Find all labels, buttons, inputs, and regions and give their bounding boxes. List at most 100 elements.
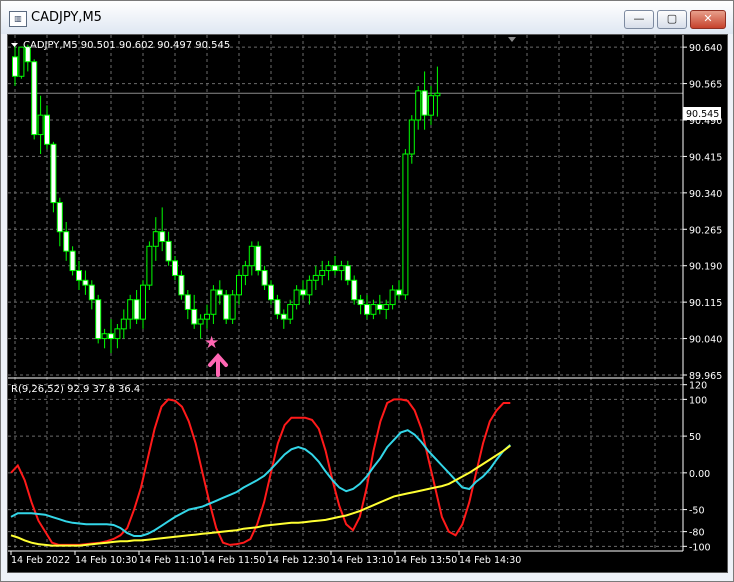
candle — [69, 246, 76, 276]
candle — [351, 275, 358, 305]
candle-body — [338, 265, 345, 272]
time-axis-label: 14 Feb 12:30 — [267, 555, 329, 566]
candle-body — [332, 265, 338, 272]
indicator-axis-label: 50 — [689, 432, 701, 443]
candle-body — [56, 202, 63, 233]
candle-body — [216, 289, 223, 296]
price-axis-label: 90.115 — [689, 298, 722, 309]
time-axis-label: 14 Feb 14:30 — [459, 555, 521, 566]
buy-arrow-icon — [208, 352, 228, 377]
candle-body — [383, 304, 390, 310]
candle — [152, 217, 159, 261]
indicator-line-yellow — [10, 444, 511, 547]
candle-body — [421, 90, 428, 116]
candle-body — [165, 240, 172, 262]
candle — [44, 105, 50, 150]
candle — [248, 241, 255, 276]
candle — [332, 256, 338, 276]
candle — [325, 260, 332, 281]
current-price-label: 90.545 — [686, 109, 719, 120]
candle-body — [197, 318, 204, 325]
candle — [56, 197, 63, 247]
candle — [255, 241, 262, 276]
indicator-line-red — [10, 398, 511, 546]
candle-body — [274, 299, 281, 315]
price-axis-label: 90.565 — [689, 80, 722, 91]
candle — [434, 66, 441, 117]
candle — [140, 280, 146, 329]
candle-body — [108, 333, 114, 340]
candle — [280, 309, 287, 329]
indicator-axis-label: 120 — [689, 381, 707, 392]
candle-body — [114, 328, 121, 340]
indicator-axis-label: -100 — [689, 542, 711, 553]
candle-body — [242, 265, 249, 276]
close-button[interactable]: ✕ — [690, 10, 726, 29]
candle-body — [140, 284, 146, 320]
candle — [338, 260, 345, 281]
candle-body — [120, 318, 127, 330]
candle-body — [280, 313, 287, 320]
indicator-axis-label: 100 — [689, 395, 707, 406]
candle — [197, 314, 204, 339]
price-axis-label: 90.640 — [689, 43, 722, 54]
candle-body — [37, 114, 44, 136]
candle-body — [178, 274, 185, 296]
price-axis-label: 90.265 — [689, 225, 722, 236]
price-axis-label: 90.340 — [689, 189, 722, 200]
candle — [236, 270, 242, 305]
shift-marker-icon[interactable] — [508, 37, 516, 42]
candle — [101, 328, 108, 349]
minimize-button[interactable]: — — [624, 10, 654, 29]
candle-body — [389, 289, 396, 306]
maximize-button[interactable]: ▢ — [657, 10, 687, 29]
price-chart[interactable]: 90.64090.56590.49090.41590.34090.26590.1… — [8, 35, 727, 572]
candle-body — [146, 245, 153, 286]
candle — [133, 290, 140, 324]
candle — [210, 285, 217, 324]
candle-body — [325, 265, 332, 272]
chart-window: ▥ CADJPY,M5 — ▢ ✕ 90.640 90.565 90.490 90.4… — [0, 0, 734, 582]
candle-body — [44, 114, 50, 145]
candle-body — [101, 333, 108, 340]
candle-body — [300, 289, 306, 296]
candle — [12, 44, 18, 86]
candle — [114, 324, 121, 349]
title-bar[interactable]: ▥ CADJPY,M5 — ▢ ✕ — [1, 1, 733, 34]
candle-body — [184, 294, 191, 310]
candle-body — [50, 143, 57, 204]
candle-body — [88, 284, 95, 301]
time-axis-label: 14 Feb 13:50 — [395, 555, 457, 566]
candle-body — [18, 46, 25, 77]
candle — [165, 231, 172, 266]
candle-body — [396, 289, 402, 296]
chart-area[interactable]: 90.640 90.565 90.490 90.415 90.340 90.265 90.1… — [7, 34, 728, 573]
candle — [127, 294, 134, 329]
candle — [229, 290, 236, 324]
candle — [293, 285, 300, 310]
indicator-line-cyan — [10, 429, 511, 537]
candle-body — [408, 119, 415, 155]
candle-body — [12, 56, 18, 77]
candle — [274, 294, 281, 320]
candle-body — [229, 294, 236, 320]
candle — [120, 309, 127, 339]
candle — [376, 294, 383, 315]
candle — [204, 304, 210, 329]
candle — [95, 294, 102, 344]
candle-body — [159, 231, 166, 242]
candle — [268, 280, 274, 305]
candle — [415, 86, 422, 130]
candle-body — [191, 308, 198, 325]
candle — [261, 265, 268, 290]
candle-body — [63, 231, 70, 252]
time-axis-label: 14 Feb 13:10 — [331, 555, 393, 566]
candle — [389, 285, 396, 310]
chart-menu-triangle-icon[interactable] — [11, 43, 18, 47]
candle-body — [261, 270, 268, 286]
candle-body — [82, 279, 89, 286]
candle — [178, 270, 185, 300]
candle — [396, 280, 402, 300]
candle-body — [172, 260, 178, 276]
candle — [357, 294, 364, 315]
